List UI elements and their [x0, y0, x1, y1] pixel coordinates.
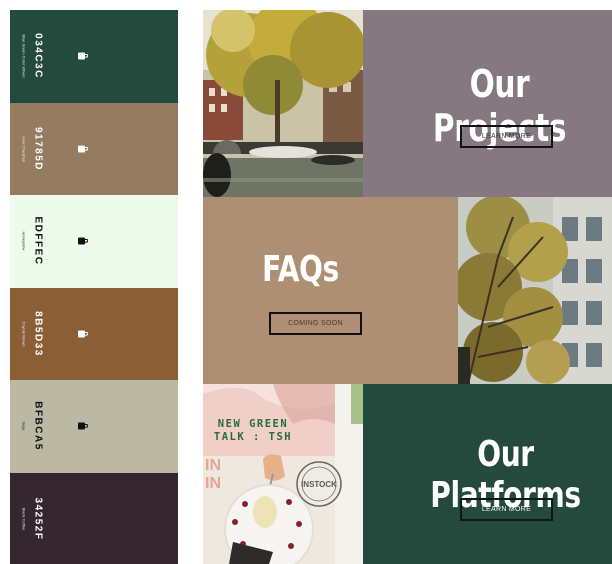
- swatch-34252f[interactable]: 34252F Black Coffee: [10, 472, 178, 564]
- copy-cup-icon[interactable]: [78, 237, 88, 246]
- faqs-title: FAQs: [262, 249, 339, 290]
- canal-photo-illustration: [203, 10, 363, 197]
- swatch-hex: 91785D: [32, 126, 44, 171]
- swatch-edffec[interactable]: EDFFEC Honeydew: [10, 195, 178, 288]
- canal-photo: [203, 10, 363, 197]
- swatch-91785d[interactable]: 91785D Liver Chestnut: [10, 102, 178, 195]
- promo-line-1: NEW GREEN: [217, 418, 289, 430]
- swatch-8b5d33[interactable]: 8B5D33 Coyote Brown: [10, 287, 178, 380]
- faqs-coming-soon-button[interactable]: COMING SOON: [269, 312, 362, 335]
- swatch-hex: 034C3C: [32, 33, 44, 80]
- tree-photo-illustration: [458, 197, 612, 384]
- faqs-panel: FAQs COMING SOON: [203, 197, 458, 384]
- platforms-panel: Our Platforms LEARN MORE: [363, 384, 612, 564]
- promo-heading: NEW GREEN TALK : TSH: [203, 418, 303, 444]
- platforms-learn-more-button[interactable]: LEARN MORE: [460, 498, 553, 521]
- swatch-hex: 34252F: [32, 497, 44, 541]
- swatch-hex: 8B5D33: [32, 310, 44, 357]
- instock-stamp-text: INSTOCK: [301, 480, 337, 489]
- svg-text:IN: IN: [205, 457, 221, 474]
- projects-learn-more-button[interactable]: LEARN MORE: [460, 125, 553, 148]
- swatch-color-name: Honeydew: [21, 231, 27, 251]
- swatch-hex: BFBCA5: [32, 401, 44, 452]
- swatch-bfbca5[interactable]: BFBCA5 Sage: [10, 380, 178, 473]
- swatch-color-name: Black Coffee: [21, 507, 27, 531]
- swatch-color-name: Sage: [21, 421, 27, 431]
- copy-cup-icon[interactable]: [78, 144, 88, 153]
- swatch-color-name: Liver Chestnut: [21, 135, 27, 162]
- food-promo-photo: IN IN INSTOCK NEW GREEN TALK : TSH: [203, 384, 363, 564]
- copy-cup-icon[interactable]: [78, 329, 88, 338]
- swatch-color-name: Coyote Brown: [21, 321, 27, 347]
- svg-text:IN: IN: [205, 475, 221, 492]
- copy-cup-icon[interactable]: [78, 422, 88, 431]
- tree-photo: [458, 197, 612, 384]
- food-photo-illustration: IN IN INSTOCK: [203, 384, 363, 564]
- promo-line-2: TALK : TSH: [213, 431, 293, 443]
- copy-cup-icon[interactable]: [78, 52, 88, 61]
- swatch-color-name: Blue Green Color Wheel: [21, 34, 27, 78]
- color-palette: 034C3C Blue Green Color Wheel 91785D Liv…: [10, 10, 178, 564]
- swatch-034c3c[interactable]: 034C3C Blue Green Color Wheel: [10, 10, 178, 103]
- swatch-hex: EDFFEC: [32, 216, 44, 266]
- projects-panel: Our Projects LEARN MORE: [363, 10, 612, 197]
